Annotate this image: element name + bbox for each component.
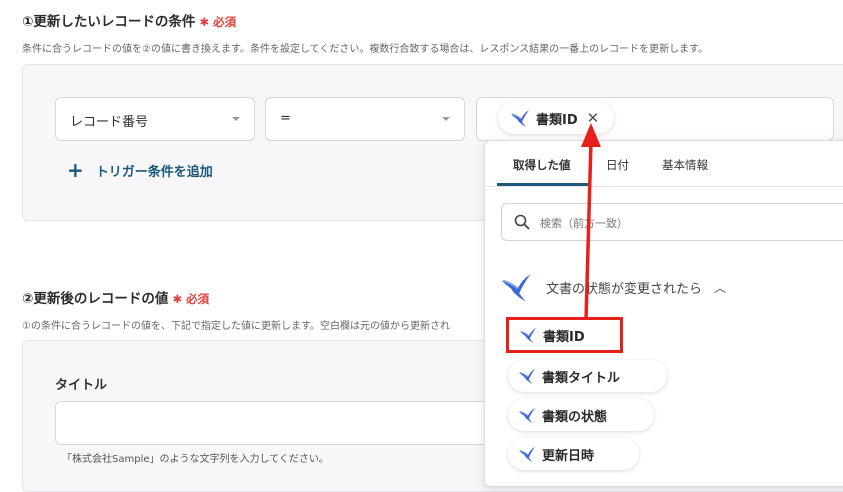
section2-title: ②更新後のレコードの値 ✱ 必須 [22,287,209,307]
search-input[interactable]: 検索（前方一致） [501,203,843,241]
field-select[interactable]: レコード番号 [55,97,255,141]
list-item-updated-at[interactable]: 更新日時 [508,438,639,470]
flow-logo-icon [518,445,536,463]
list-item-label: 書類ID [543,329,585,345]
list-item-label: 更新日時 [542,448,595,464]
list-item-label: 書類タイトル [542,370,621,386]
chevron-down-icon [232,117,240,121]
flow-logo-icon [510,108,530,128]
required-label: 必須 [213,15,237,29]
search-icon [514,214,530,230]
annotation-arrow-icon [581,123,601,321]
section2-description: ①の条件に合うレコードの値を、下記で指定した値に更新します。空白欄は元の値から更… [22,321,450,332]
title-input[interactable] [55,401,495,445]
flow-logo-icon [500,271,532,303]
required-badge: ✱ 必須 [172,292,210,306]
flow-logo-icon [518,406,536,424]
chevron-down-icon [442,117,450,121]
list-item-label: 書類の状態 [542,409,608,425]
chevron-up-icon: ︿ [714,280,727,295]
list-item-document-title[interactable]: 書類タイトル [508,360,667,392]
operator-select[interactable]: = [265,97,465,141]
tab-acquired-values[interactable]: 取得した値 [513,157,571,173]
field-select-value: レコード番号 [70,115,149,130]
value-picker-panel: 取得した値 日付 基本情報 検索（前方一致） 文書の状態が変更されたら ︿ [484,140,843,487]
tab-divider [485,186,843,187]
flow-logo-icon [518,367,536,385]
section1-title-text: ①更新したいレコードの条件 [22,14,196,30]
input-hint: 「株式会社Sample」のような文字列を入力してください。 [62,454,329,465]
flow-logo-icon [519,326,537,344]
section2-title-text: ②更新後のレコードの値 [22,291,169,307]
trigger-group-header[interactable]: 文書の状態が変更されたら ︿ [500,271,726,303]
required-label: 必須 [186,292,210,306]
required-badge: ✱ 必須 [199,15,237,29]
add-condition-button[interactable]: + トリガー条件を追加 [67,160,213,180]
tab-basic-info[interactable]: 基本情報 [662,157,708,173]
operator-select-value: = [280,111,291,126]
add-condition-label: トリガー条件を追加 [95,164,213,180]
section1-title: ①更新したいレコードの条件 ✱ 必須 [22,10,236,30]
list-item-document-status[interactable]: 書類の状態 [508,399,654,431]
field-label: タイトル [55,378,108,393]
section1-description: 条件に合うレコードの値を②の値に書き換えます。条件を設定してください。複数行合致… [22,44,709,55]
plus-icon: + [67,158,84,182]
